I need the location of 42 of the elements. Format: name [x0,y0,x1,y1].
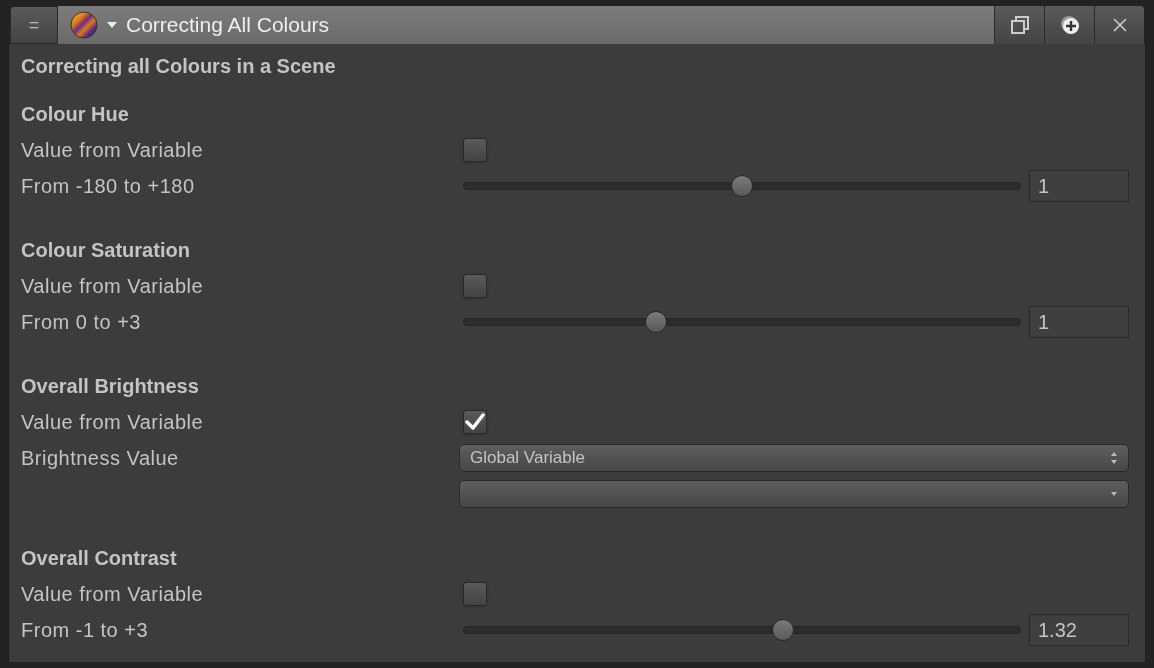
plus-circle-icon [1059,15,1080,35]
dropdown[interactable] [459,480,1129,508]
slider[interactable] [463,619,1021,641]
striped-sphere-icon [70,11,98,39]
slider[interactable] [463,311,1021,333]
checkbox[interactable] [463,138,487,162]
field-label: Value from Variable [21,411,204,433]
section-heading: Overall Brightness [21,374,199,399]
down-arrow-icon [1110,491,1118,497]
checkbox[interactable] [463,582,487,606]
field-label: Value from Variable [21,139,204,161]
section-heading: Colour Hue [21,102,129,127]
slider-thumb[interactable] [772,619,795,641]
up-down-arrows-icon [1110,451,1118,465]
window-tab[interactable]: Correcting All Colours [58,6,994,44]
field-label: Value from Variable [21,275,204,297]
field-label: From -180 to +180 [21,175,195,197]
checkbox[interactable] [463,410,487,434]
window-title: Correcting All Colours [126,12,330,39]
slider-thumb[interactable] [731,175,753,197]
number-field[interactable]: 1 [1029,306,1129,338]
dropdown[interactable]: Global Variable [459,444,1129,472]
checkbox[interactable] [463,274,487,298]
slider[interactable] [463,175,1021,197]
panel-heading: Correcting all Colours in a Scene [21,54,336,79]
close-icon [1112,18,1127,32]
number-field[interactable]: 1 [1029,170,1129,202]
number-field[interactable]: 1.32 [1029,614,1129,646]
field-label: From -1 to +3 [21,619,149,641]
restore-button[interactable] [994,6,1044,44]
close-button[interactable] [1094,6,1144,44]
field-label: Value from Variable [21,583,204,605]
menu-button[interactable]: = [10,6,58,44]
checkmark-icon [465,413,485,431]
restore-icon [1009,15,1030,35]
add-button[interactable] [1044,6,1094,44]
field-label: Brightness Value [21,447,179,469]
section-heading: Colour Saturation [21,238,190,263]
field-label: From 0 to +3 [21,311,141,333]
section-heading: Overall Contrast [21,546,177,571]
dropdown-caret-icon [106,21,118,29]
slider-thumb[interactable] [645,311,668,333]
